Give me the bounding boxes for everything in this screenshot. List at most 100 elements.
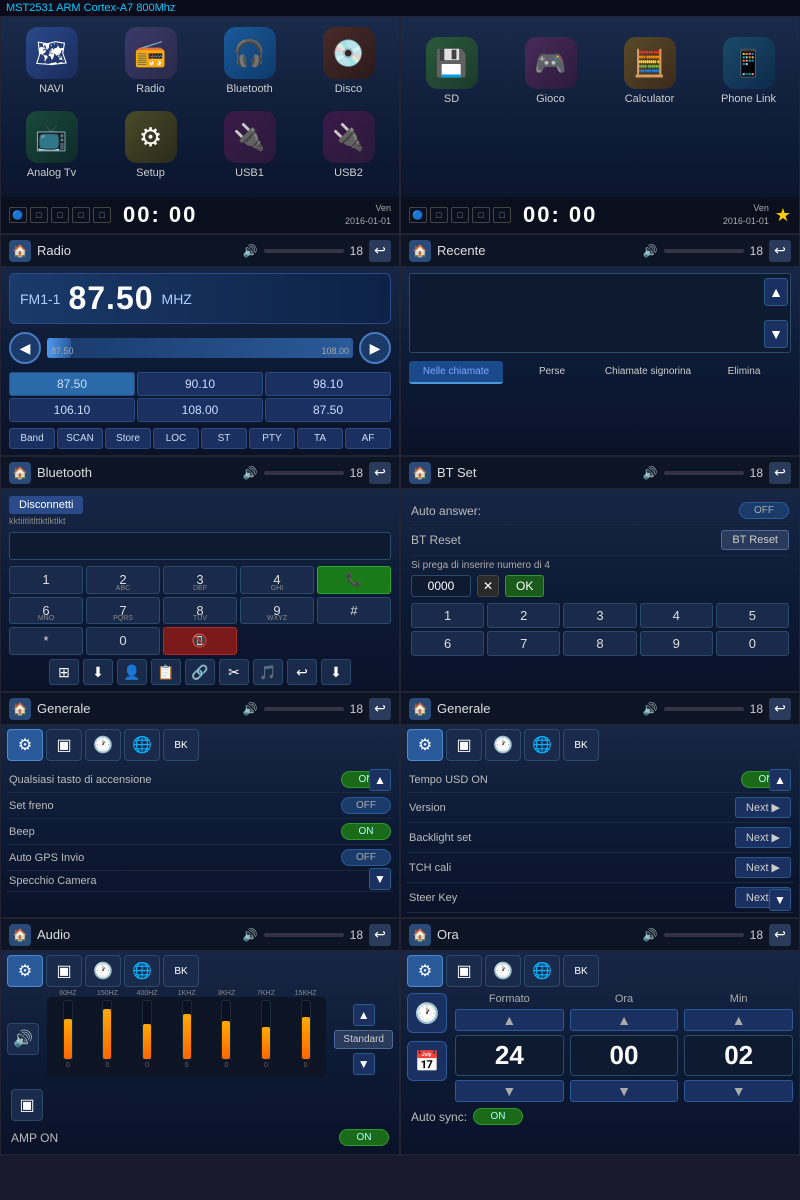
ora-tab-settings[interactable]: ⚙ [407, 955, 443, 987]
num-1[interactable]: 1 [9, 566, 83, 594]
scroll-down-btn[interactable]: ▼ [764, 320, 788, 348]
preset-4[interactable]: 106.10 [9, 398, 135, 422]
ora-vol-slider[interactable] [664, 933, 744, 937]
np-0[interactable]: 0 [716, 631, 789, 656]
eq-150hz-bar-container[interactable] [102, 1000, 112, 1060]
tab-perse[interactable]: Perse [505, 361, 599, 384]
eq-7khz-bar-container[interactable] [261, 1000, 271, 1060]
radio-volume-slider[interactable] [264, 249, 344, 253]
app-analogtv[interactable]: 📺 Analog Tv [6, 111, 97, 187]
app-calculator[interactable]: 🧮 Calculator [604, 37, 695, 187]
gen-right-vol-slider[interactable] [664, 707, 744, 711]
app-gioco[interactable]: 🎮 Gioco [505, 37, 596, 187]
gen-left-vol-slider[interactable] [264, 707, 344, 711]
ora-tab-eq[interactable]: ▣ [446, 955, 482, 987]
clear-pin-btn[interactable]: ✕ [477, 575, 499, 597]
ora-tab-globe[interactable]: 🌐 [524, 955, 560, 987]
gen-right-arrow-down[interactable]: ▼ [769, 889, 791, 911]
btset-home-icon[interactable]: 🏠 [409, 462, 431, 484]
audio-tab-clock[interactable]: 🕐 [85, 955, 121, 987]
radio-home-icon[interactable]: 🏠 [9, 240, 31, 262]
tab-nelle-chiamate[interactable]: Nelle chiamate [409, 361, 503, 384]
seek-prev-btn[interactable]: ◀ [9, 332, 41, 364]
pin-input[interactable]: 0000 [411, 575, 471, 597]
preset-3[interactable]: 98.10 [265, 372, 391, 396]
bt-tool-2[interactable]: ⬇ [83, 659, 113, 685]
gen-tab-clock[interactable]: 🕐 [85, 729, 121, 761]
bt-back-btn[interactable]: ↩ [369, 462, 391, 484]
recente-home-icon[interactable]: 🏠 [409, 240, 431, 262]
amp-toggle[interactable]: ON [339, 1129, 389, 1146]
gen-left-home-icon[interactable]: 🏠 [9, 698, 31, 720]
bt-volume-slider[interactable] [264, 471, 344, 475]
app-disco[interactable]: 💿 Disco [303, 27, 394, 103]
end-btn[interactable]: 📵 [163, 627, 237, 655]
gen-right-back-btn[interactable]: ↩ [769, 698, 791, 720]
num-2[interactable]: 2ABC [86, 566, 160, 594]
ora-back-btn[interactable]: ↩ [769, 924, 791, 946]
num-3[interactable]: 3DEF [163, 566, 237, 594]
app-bluetooth[interactable]: 🎧 Bluetooth [204, 27, 295, 103]
gen-left-back-btn[interactable]: ↩ [369, 698, 391, 720]
formato-up-btn[interactable]: ▲ [455, 1009, 564, 1031]
recente-volume-slider[interactable] [664, 249, 744, 253]
eq-standard-btn[interactable]: Standard [334, 1030, 393, 1049]
gen-right-arrow-up[interactable]: ▲ [769, 769, 791, 791]
ora-dn-btn[interactable]: ▼ [570, 1080, 679, 1102]
call-btn[interactable]: 📞 [317, 566, 391, 594]
eq-3khz-bar-container[interactable] [221, 1000, 231, 1060]
num-6[interactable]: 6MNO [9, 597, 83, 624]
np-2[interactable]: 2 [487, 603, 560, 628]
tab-elimina[interactable]: Elimina [697, 361, 791, 384]
gen-tab-bk[interactable]: BK [163, 729, 199, 761]
audio-back-btn[interactable]: ↩ [369, 924, 391, 946]
np-4[interactable]: 4 [640, 603, 713, 628]
preset-2[interactable]: 90.10 [137, 372, 263, 396]
np-3[interactable]: 3 [563, 603, 636, 628]
eq-60hz-bar-container[interactable] [63, 1000, 73, 1060]
np-5[interactable]: 5 [716, 603, 789, 628]
eq-1khz-bar-container[interactable] [182, 1000, 192, 1060]
num-star[interactable]: * [9, 627, 83, 655]
ora-tab-bk[interactable]: BK [563, 955, 599, 987]
ora-tab-clock[interactable]: 🕐 [485, 955, 521, 987]
bt-tool-5[interactable]: 🔗 [185, 659, 215, 685]
gen-right-tab-bk[interactable]: BK [563, 729, 599, 761]
eq-400hz-bar-container[interactable] [142, 1000, 152, 1060]
bt-tool-8[interactable]: ↩ [287, 659, 317, 685]
bt-tool-1[interactable]: ⊞ [49, 659, 79, 685]
app-usb1[interactable]: 🔌 USB1 [204, 111, 295, 187]
ok-btn[interactable]: OK [505, 575, 544, 597]
disconn-btn[interactable]: Disconnetti [9, 496, 83, 514]
gen-tab-eq[interactable]: ▣ [46, 729, 82, 761]
time-clock-btn[interactable]: 🕐 [407, 993, 447, 1033]
np-6[interactable]: 6 [411, 631, 484, 656]
audio-vol-slider[interactable] [264, 933, 344, 937]
num-8[interactable]: 8TUV [163, 597, 237, 624]
ctrl-ta[interactable]: TA [297, 428, 343, 449]
radio-back-btn[interactable]: ↩ [369, 240, 391, 262]
app-radio[interactable]: 📻 Radio [105, 27, 196, 103]
seek-next-btn[interactable]: ▶ [359, 332, 391, 364]
gen-tab-globe[interactable]: 🌐 [124, 729, 160, 761]
audio-tab-eq[interactable]: ▣ [46, 955, 82, 987]
seek-bar[interactable]: 87.50 108.00 [47, 338, 353, 358]
ctrl-loc[interactable]: LOC [153, 428, 199, 449]
tab-chiamate-signorina[interactable]: Chiamate signorina [601, 361, 695, 384]
ctrl-st[interactable]: ST [201, 428, 247, 449]
btset-volume-slider[interactable] [664, 471, 744, 475]
ctrl-band[interactable]: Band [9, 428, 55, 449]
ctrl-pty[interactable]: PTY [249, 428, 295, 449]
min-up-btn[interactable]: ▲ [684, 1009, 793, 1031]
bt-tool-7[interactable]: 🎵 [253, 659, 283, 685]
app-phonelink[interactable]: 📱 Phone Link [703, 37, 794, 187]
gen-right-tab-clock[interactable]: 🕐 [485, 729, 521, 761]
gen-left-arrow-up[interactable]: ▲ [369, 769, 391, 791]
audio-tab-globe[interactable]: 🌐 [124, 955, 160, 987]
formato-dn-btn[interactable]: ▼ [455, 1080, 564, 1102]
app-usb2[interactable]: 🔌 USB2 [303, 111, 394, 187]
scroll-up-btn[interactable]: ▲ [764, 278, 788, 306]
num-0[interactable]: 0 [86, 627, 160, 655]
gen-right-tab-eq[interactable]: ▣ [446, 729, 482, 761]
app-setup[interactable]: ⚙ Setup [105, 111, 196, 187]
